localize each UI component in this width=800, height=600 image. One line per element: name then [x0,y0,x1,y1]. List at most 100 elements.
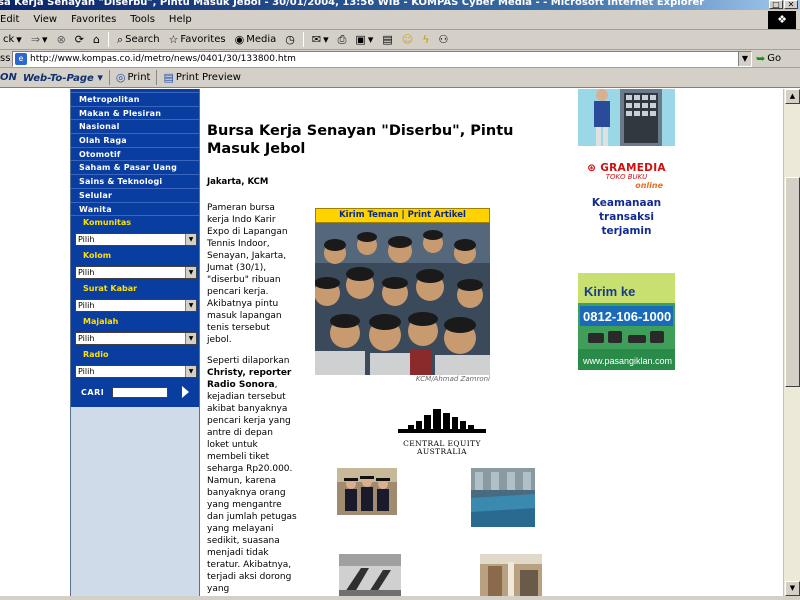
chevron-down-icon: ▾ [97,70,103,84]
go-arrow-icon: ➥ [756,52,766,65]
smiley-icon: ☺ [401,33,414,46]
toolbar-separator [156,70,158,85]
radio-select[interactable]: Pilih ▼ [75,365,197,379]
menu-help[interactable]: Help [162,14,199,25]
toolbar-separator [108,32,109,47]
pool-photo [471,468,535,527]
nav-item-otomotif[interactable]: Otomotif [71,148,199,162]
page-viewport: Metropolitan Makan & Plesiran Nasional O… [0,89,783,596]
media-label: Media [246,34,277,45]
article-body: Pameran bursa kerja Indo Karir Expo di L… [207,202,297,596]
search-row: CARI [71,381,199,403]
people-button[interactable]: ⚇ [435,34,451,45]
print-button[interactable]: ◎ Print [116,72,151,83]
komunitas-select[interactable]: Pilih ▼ [75,233,197,247]
close-button[interactable]: ✕ [784,0,798,9]
windows-logo-icon: ❖ [768,11,796,29]
home-button[interactable]: ⌂ [90,34,103,45]
go-label: Go [767,53,782,64]
print-toolbar-button[interactable]: ⎙ [335,34,350,45]
address-label: ss [0,53,11,64]
stop-button[interactable]: ⊗ [54,34,69,45]
dropdown-arrow-icon: ▼ [185,300,196,312]
menu-favorites[interactable]: Favorites [64,14,123,25]
print-preview-icon: ▤ [163,71,174,84]
favorites-button[interactable]: ☆ Favorites [166,34,229,45]
nav-item-olah-raga[interactable]: Olah Raga [71,134,199,148]
links-bar: ON Web-To-Page ▾ ◎ Print ▤ Print Preview [0,68,800,88]
toolbar-separator [108,70,110,85]
menu-view[interactable]: View [26,14,64,25]
address-bar: ss e http://www.kompas.co.id/metro/news/… [0,50,800,68]
scroll-thumb[interactable] [785,177,800,387]
toolbar-brand: ON [0,72,17,83]
gramedia-toko-buku: TOKO BUKU [605,173,648,181]
article-paragraph-1: Pameran bursa kerja Indo Karir Expo di L… [207,203,288,345]
toolbar-separator [302,32,304,47]
menu-tools[interactable]: Tools [123,14,162,25]
nav-item-selular[interactable]: Selular [71,189,199,203]
maximize-button[interactable]: □ [769,0,783,9]
chevron-down-icon: ▾ [367,33,374,46]
pasang-url-text: www.pasangiklan.com [582,356,672,366]
search-go-arrow-icon[interactable] [182,386,190,399]
nav-item-saham-pasar-uang[interactable]: Saham & Pasar Uang [71,161,199,176]
chevron-down-icon: ▾ [16,33,22,46]
dropdown-arrow-icon: ▼ [185,366,196,378]
scroll-down-arrow-icon[interactable]: ▼ [785,581,800,596]
messenger-button[interactable]: ☺ [399,34,416,45]
surat-kabar-select[interactable]: Pilih ▼ [75,299,197,313]
vertical-scrollbar[interactable]: ▲ ▼ [783,89,800,596]
crowd-photo [315,223,490,375]
nav-item-nasional[interactable]: Nasional [71,120,199,135]
majalah-select[interactable]: Pilih ▼ [75,332,197,346]
lightning-button[interactable]: ϟ [419,34,432,45]
article-paragraph-2: Seperti dilaporkan Christy, reporter Rad… [207,355,297,596]
search-input[interactable] [112,386,169,398]
gramedia-tagline: Keamanaan transaksi terjamin [591,197,662,237]
back-button[interactable]: ck ▾ [0,34,25,45]
gramedia-ad[interactable]: ⊛ GRAMEDIA TOKO BUKU online Keamanaan tr… [578,162,675,238]
section-surat-kabar: Surat Kabar [71,282,199,297]
nav-item-sains-teknologi[interactable]: Sains & Teknologi [71,175,199,189]
forward-button[interactable]: ⇒ ▾ [28,34,51,45]
section-kolom: Kolom [71,249,199,264]
radio-select-value: Pilih [78,367,95,377]
central-equity-ad[interactable]: CENTRAL EQUITY AUSTRALIA [392,407,492,456]
kirim-print-links[interactable]: Kirim Teman | Print Artikel [315,208,490,223]
nav-item-makan-plesiran[interactable]: Makan & Plesiran [71,107,199,121]
kolom-select[interactable]: Pilih ▼ [75,266,197,280]
nav-item-wanita[interactable]: Wanita [71,203,199,217]
address-dropdown-icon[interactable]: ▼ [738,51,751,66]
address-url: http://www.kompas.co.id/metro/news/0401/… [30,53,296,64]
cea-name-line-2: AUSTRALIA [417,447,467,456]
search-icon: ⌕ [117,33,124,46]
history-button[interactable]: ◷ [282,34,298,45]
title-bar: sa Kerja Senayan "Diserbu", Pintu Masuk … [0,0,800,10]
search-button[interactable]: ⌕ Search [114,34,163,45]
print-label: Print [127,72,151,83]
go-button[interactable]: ➥ Go [756,53,781,64]
media-button[interactable]: ◉ Media [232,34,280,45]
address-input[interactable]: e http://www.kompas.co.id/metro/news/040… [12,50,752,67]
refresh-icon: ⟳ [74,33,85,46]
photo-credit: KCM/Ahmad Zamroni [415,375,490,383]
menu-edit[interactable]: Edit [0,14,26,25]
scroll-up-arrow-icon[interactable]: ▲ [785,89,800,104]
nav-item-metropolitan[interactable]: Metropolitan [71,93,199,107]
menu-bar: Edit View Favorites Tools Help ❖ [0,10,800,30]
web-to-page-button[interactable]: Web-To-Page ▾ [23,72,103,84]
dropdown-arrow-icon: ▼ [185,333,196,345]
folder-star-icon: ☆ [168,33,179,46]
pasangiklan-ad[interactable]: Kirim ke 0812-106-1000 www.pasangiklan.c… [578,273,675,370]
top-right-ad[interactable] [578,89,675,146]
edit-icon: ▣ [355,33,366,46]
interior-photo [480,554,542,596]
print-preview-button[interactable]: ▤ Print Preview [163,72,241,83]
edit-button[interactable]: ▣ ▾ [352,34,376,45]
refresh-button[interactable]: ⟳ [72,34,87,45]
nav-panel: Metropolitan Makan & Plesiran Nasional O… [71,89,199,408]
printer-icon: ⎙ [337,33,347,46]
mail-button[interactable]: ✉ ▾ [309,34,332,45]
discuss-button[interactable]: ▤ [379,34,395,45]
